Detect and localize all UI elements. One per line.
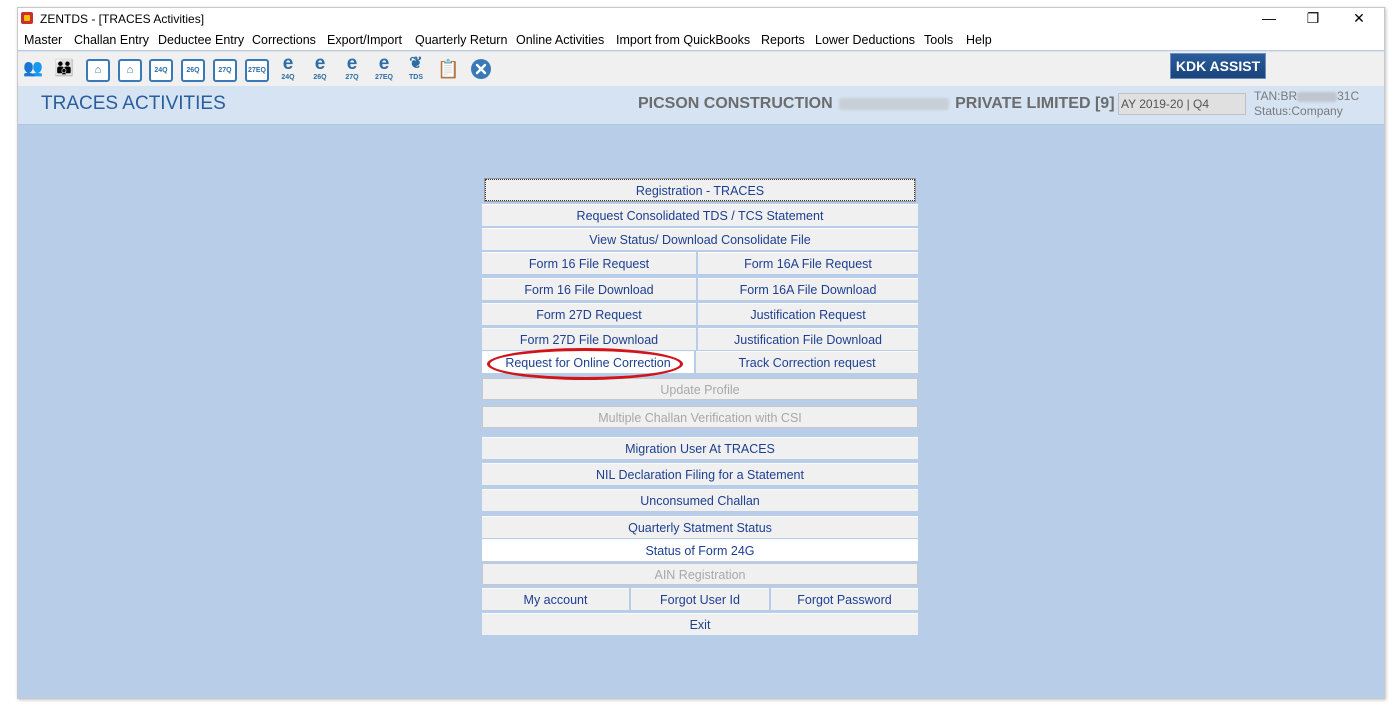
forgot-user-id-button[interactable]: Forgot User Id: [631, 588, 769, 610]
menu-master[interactable]: Master: [24, 33, 62, 47]
e-24q-label: 24Q: [281, 74, 295, 81]
my-account-button[interactable]: My account: [482, 588, 629, 610]
group-icon[interactable]: 👪: [53, 58, 75, 80]
menu-bar: Master Challan Entry Deductee Entry Corr…: [18, 30, 1384, 50]
kdk-assist-button[interactable]: KDK ASSIST: [1170, 53, 1266, 79]
menu-quarterly-return[interactable]: Quarterly Return: [415, 33, 507, 47]
status-form-24g-button[interactable]: Status of Form 24G: [482, 539, 918, 561]
e-27q-label: 27Q: [345, 74, 359, 81]
page-header: TRACES ACTIVITIES PICSON CONSTRUCTION PR…: [18, 86, 1384, 125]
multiple-challan-verification-button[interactable]: Multiple Challan Verification with CSI: [482, 406, 918, 428]
request-consolidated-statement-button[interactable]: Request Consolidated TDS / TCS Statement: [482, 204, 918, 226]
tan-prefix: TAN:BR: [1254, 89, 1298, 103]
form16a-file-download-button[interactable]: Form 16A File Download: [698, 278, 918, 300]
menu-lower-deductions[interactable]: Lower Deductions: [815, 33, 915, 47]
registration-traces-button[interactable]: Registration - TRACES: [484, 178, 916, 202]
forgot-password-button[interactable]: Forgot Password: [771, 588, 918, 610]
e-27q-icon[interactable]: e 27Q: [341, 54, 363, 84]
page-title: TRACES ACTIVITIES: [41, 93, 226, 114]
nil-declaration-button[interactable]: NIL Declaration Filing for a Statement: [482, 463, 918, 485]
menu-export-import[interactable]: Export/Import: [327, 33, 402, 47]
e-27eq-icon[interactable]: e 27EQ: [373, 54, 395, 84]
track-correction-request-button[interactable]: Track Correction request: [696, 351, 918, 373]
menu-tools[interactable]: Tools: [924, 33, 953, 47]
form16-file-download-button[interactable]: Form 16 File Download: [482, 278, 696, 300]
form-27q-icon[interactable]: 27Q: [213, 59, 237, 82]
users-icon[interactable]: 👥: [22, 58, 44, 80]
document-icon[interactable]: 📋: [437, 58, 459, 80]
tan-suffix: 31C: [1337, 89, 1360, 103]
minimize-button[interactable]: —: [1246, 8, 1292, 30]
company-name: PICSON CONSTRUCTION PRIVATE LIMITED [9]: [638, 95, 1115, 113]
ain-registration-button[interactable]: AIN Registration: [482, 563, 918, 585]
quarterly-statement-status-button[interactable]: Quarterly Statment Status: [482, 516, 918, 538]
request-online-correction-button[interactable]: Request for Online Correction: [482, 351, 694, 373]
view-status-download-button[interactable]: View Status/ Download Consolidate File: [482, 228, 918, 250]
app-window: ZENTDS - [TRACES Activities] — ❐ ✕ Maste…: [17, 7, 1385, 699]
assessment-year-selector[interactable]: AY 2019-20 | Q4: [1118, 93, 1246, 115]
e-24q-icon[interactable]: e 24Q: [277, 54, 299, 84]
person-icon[interactable]: ⌂: [118, 59, 142, 82]
e-27eq-label: 27EQ: [375, 74, 393, 81]
tan-info: TAN:BR 31C Status:Company: [1254, 89, 1359, 119]
restore-button[interactable]: ❐: [1290, 8, 1336, 30]
redacted-tan: [1297, 91, 1338, 102]
menu-challan-entry[interactable]: Challan Entry: [74, 33, 149, 47]
e-26q-label: 26Q: [313, 74, 327, 81]
menu-reports[interactable]: Reports: [761, 33, 805, 47]
form16-file-request-button[interactable]: Form 16 File Request: [482, 252, 696, 274]
company-name-prefix: PICSON CONSTRUCTION: [638, 95, 833, 112]
unconsumed-challan-button[interactable]: Unconsumed Challan: [482, 489, 918, 511]
exit-button[interactable]: Exit: [482, 613, 918, 635]
close-circle-icon[interactable]: [470, 58, 492, 80]
close-window-button[interactable]: ✕: [1336, 8, 1382, 30]
justification-request-button[interactable]: Justification Request: [698, 303, 918, 325]
form-27eq-icon[interactable]: 27EQ: [245, 59, 269, 82]
redacted-text: [838, 97, 949, 110]
menu-corrections[interactable]: Corrections: [252, 33, 316, 47]
e-26q-icon[interactable]: e 26Q: [309, 54, 331, 84]
form27d-file-download-button[interactable]: Form 27D File Download: [482, 328, 696, 350]
tds-icon[interactable]: ❦ TDS: [405, 54, 427, 84]
form-24q-icon[interactable]: 24Q: [149, 59, 173, 82]
migration-user-button[interactable]: Migration User At TRACES: [482, 437, 918, 459]
tds-label: TDS: [409, 74, 423, 81]
person-icon[interactable]: ⌂: [86, 59, 110, 82]
form16a-file-request-button[interactable]: Form 16A File Request: [698, 252, 918, 274]
form-26q-icon[interactable]: 26Q: [181, 59, 205, 82]
title-bar: ZENTDS - [TRACES Activities] — ❐ ✕: [18, 8, 1384, 30]
window-title: ZENTDS - [TRACES Activities]: [40, 12, 205, 26]
company-name-suffix: PRIVATE LIMITED [9]: [955, 95, 1115, 112]
menu-deductee-entry[interactable]: Deductee Entry: [158, 33, 244, 47]
form27d-request-button[interactable]: Form 27D Request: [482, 303, 696, 325]
justification-file-download-button[interactable]: Justification File Download: [698, 328, 918, 350]
app-logo-icon: [21, 12, 33, 24]
menu-help[interactable]: Help: [966, 33, 992, 47]
update-profile-button[interactable]: Update Profile: [482, 378, 918, 400]
status-label: Status:Company: [1254, 104, 1343, 118]
menu-online-activities[interactable]: Online Activities: [516, 33, 604, 47]
menu-import-quickbooks[interactable]: Import from QuickBooks: [616, 33, 750, 47]
